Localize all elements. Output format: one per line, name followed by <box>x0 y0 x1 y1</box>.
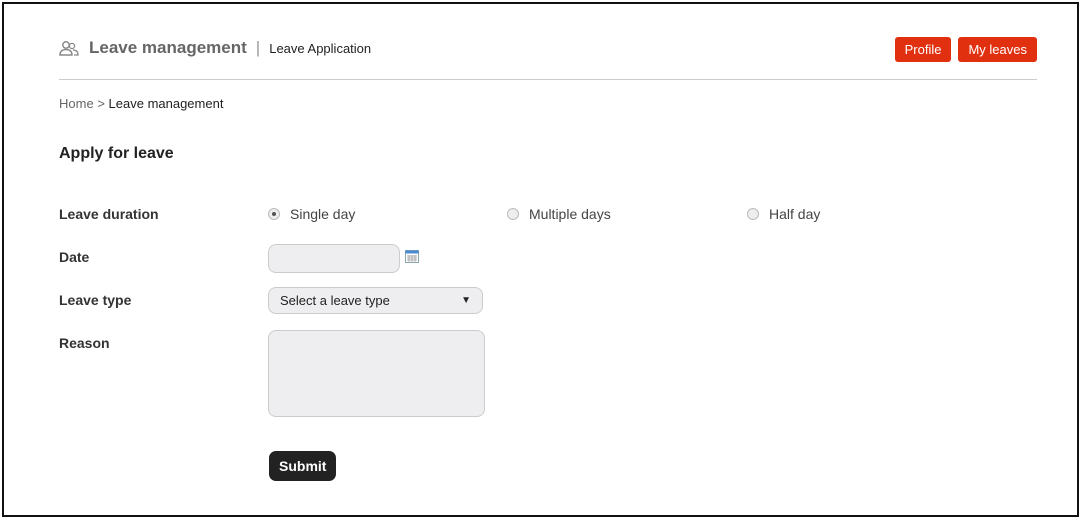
form-title: Apply for leave <box>59 145 174 162</box>
breadcrumb-current: Leave management <box>108 96 224 111</box>
radio-single-day[interactable]: Single day <box>268 206 355 222</box>
reason-textarea[interactable] <box>268 330 485 417</box>
brand: Leave management | Leave Application <box>59 38 371 58</box>
leave-duration-label: Leave duration <box>59 206 159 222</box>
calendar-icon[interactable] <box>405 250 419 263</box>
profile-button[interactable]: Profile <box>894 37 952 62</box>
select-value: Select a leave type <box>280 293 390 308</box>
radio-multiple-days[interactable]: Multiple days <box>507 206 611 222</box>
radio-half-day[interactable]: Half day <box>747 206 820 222</box>
users-icon <box>59 41 79 56</box>
my-leaves-button[interactable]: My leaves <box>958 37 1037 62</box>
radio-dot[interactable] <box>507 208 519 220</box>
page-subtitle: Leave Application <box>269 40 372 56</box>
header: Leave management | Leave Application Pro… <box>59 36 1037 80</box>
radio-dot[interactable] <box>268 208 280 220</box>
app-title: Leave management <box>89 38 247 57</box>
radio-label: Half day <box>769 206 821 222</box>
breadcrumb-home[interactable]: Home <box>59 96 94 111</box>
reason-label: Reason <box>59 335 110 351</box>
date-input[interactable] <box>268 244 400 273</box>
date-label: Date <box>59 249 90 265</box>
breadcrumb: Home > Leave management <box>59 96 223 111</box>
radio-label: Single day <box>290 206 356 222</box>
breadcrumb-separator: > <box>97 96 105 111</box>
radio-label: Multiple days <box>529 206 611 222</box>
submit-button[interactable]: Submit <box>269 451 337 481</box>
dropdown-arrow-icon: ▼ <box>461 295 471 306</box>
leave-type-select[interactable]: Select a leave type ▼ <box>268 287 483 314</box>
radio-dot[interactable] <box>747 208 759 220</box>
title-separator: | <box>255 38 261 57</box>
leave-type-label: Leave type <box>59 292 132 308</box>
